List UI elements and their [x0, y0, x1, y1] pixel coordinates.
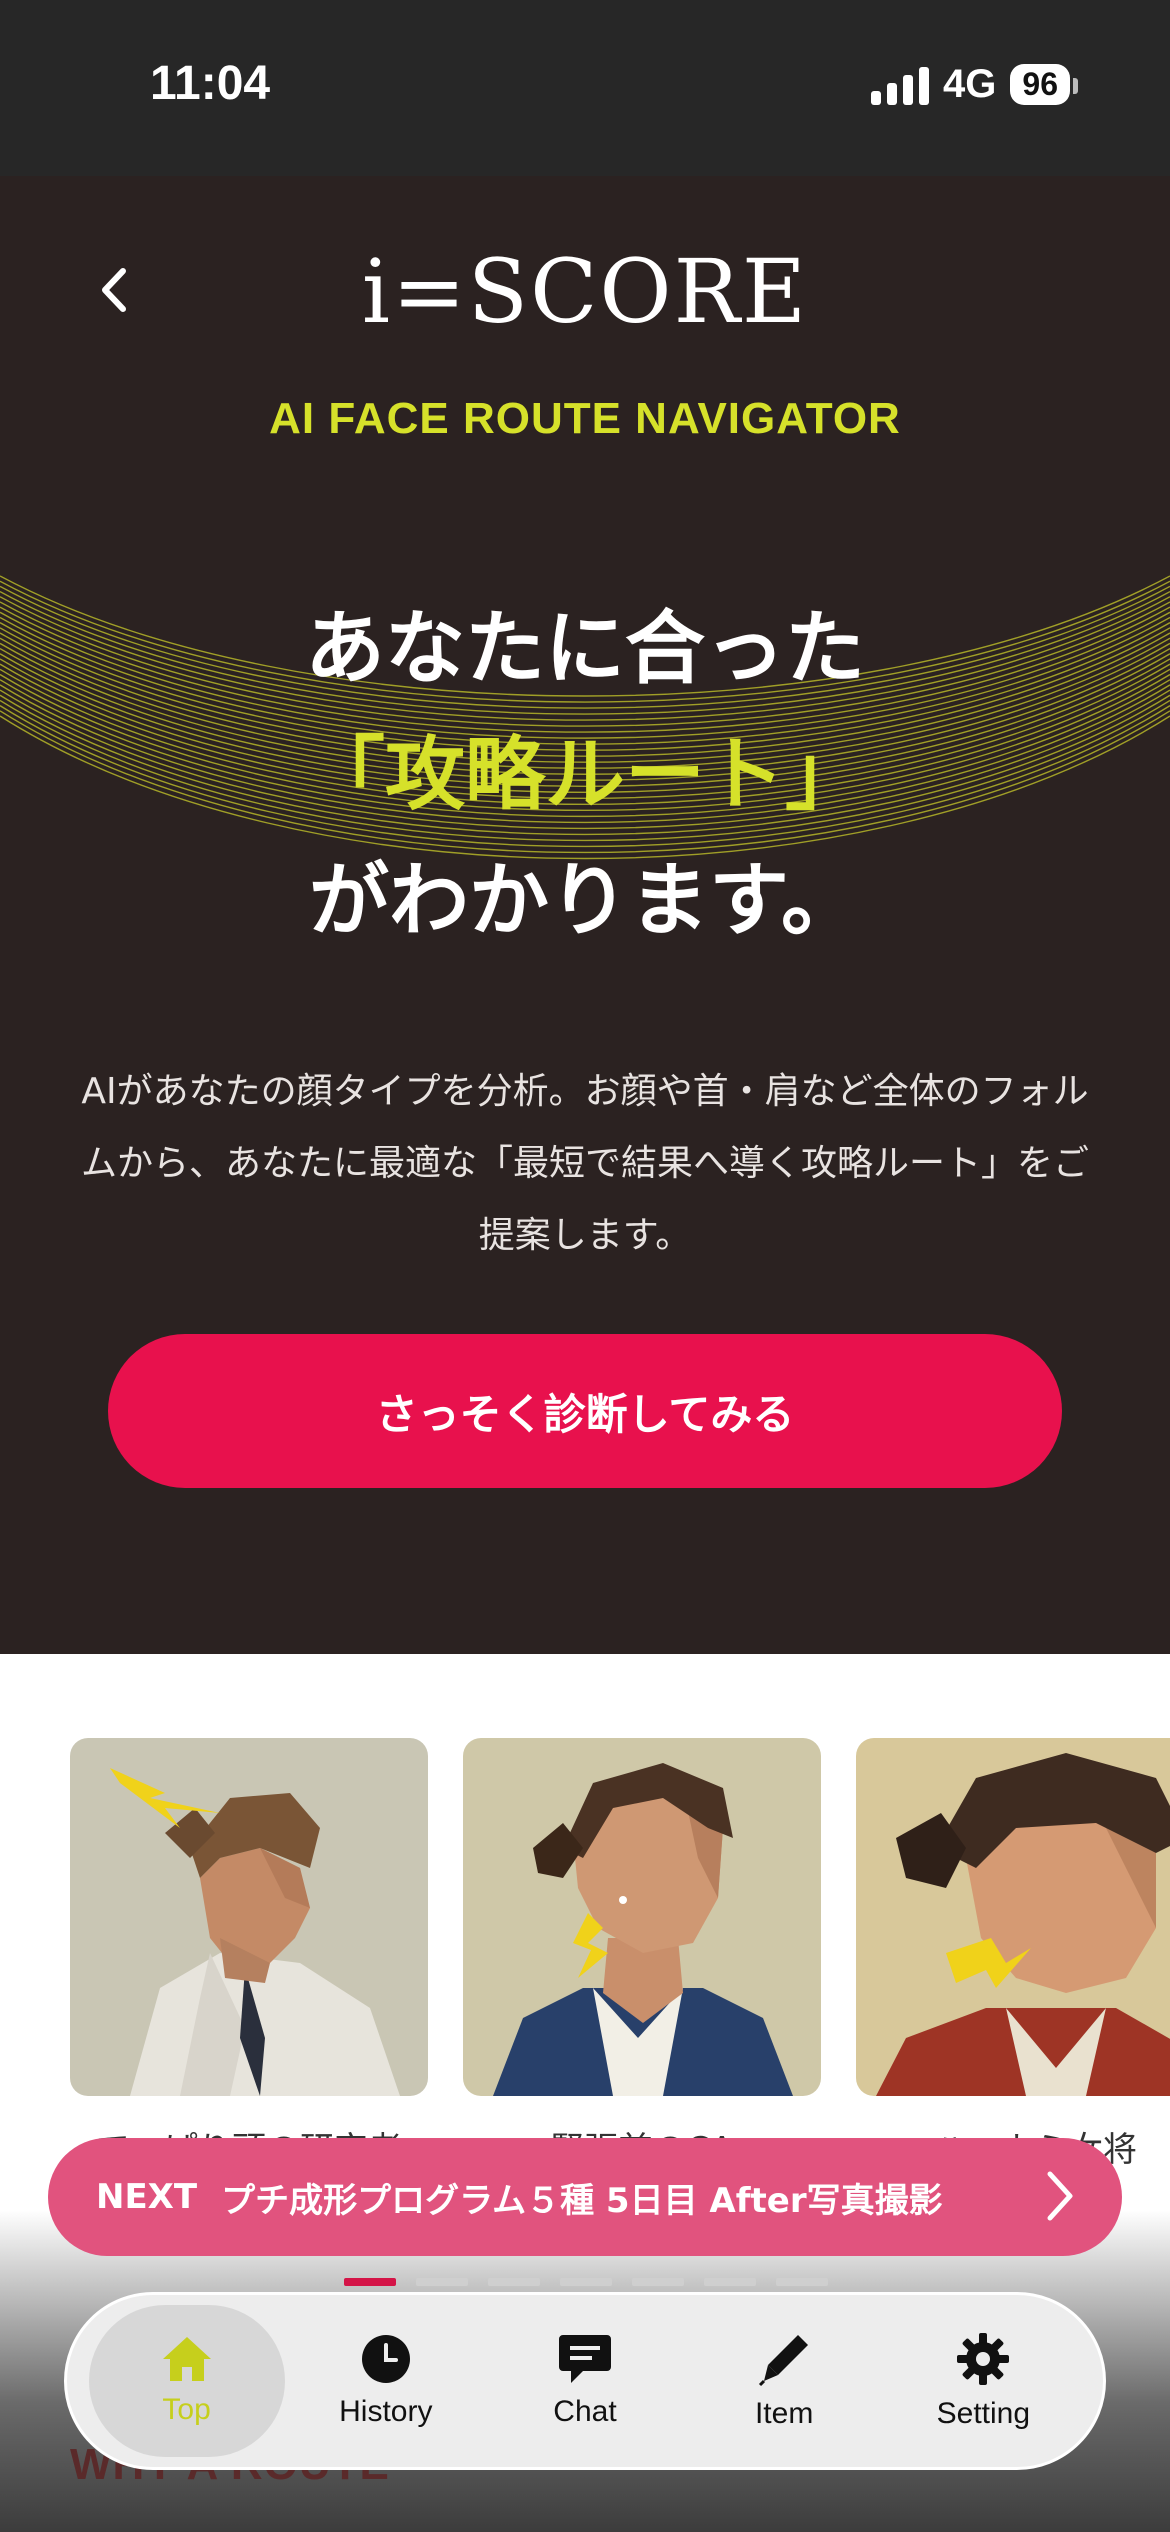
bottom-tab-bar: Top History Chat Item Setting: [64, 2292, 1106, 2470]
chevron-right-icon: [1047, 2171, 1073, 2221]
start-diagnosis-button[interactable]: さっそく診断してみる: [108, 1334, 1062, 1488]
pagination-dot[interactable]: [344, 2278, 396, 2286]
tab-label: Chat: [553, 2395, 617, 2428]
pagination-dot[interactable]: [704, 2278, 756, 2286]
battery-icon: 96: [1010, 64, 1078, 105]
next-step-text: プチ成形プログラム５種 5日目 After写真撮影: [221, 2180, 943, 2221]
carousel-card[interactable]: でっぱり頭の研究者: [70, 1738, 428, 2171]
pagination-dot[interactable]: [776, 2278, 828, 2286]
hero-section: i=SCORE AI FACE ROUTE NAVIGATOR あなたに合った …: [0, 176, 1170, 1654]
carousel-card[interactable]: ハニカミ女将: [856, 1738, 1170, 2171]
pagination-dot[interactable]: [632, 2278, 684, 2286]
home-icon: [162, 2337, 211, 2381]
next-label: NEXT: [96, 2177, 198, 2217]
status-time: 11:04: [150, 57, 271, 110]
tab-history[interactable]: History: [288, 2305, 484, 2457]
status-indicators: 4G 96: [871, 62, 1078, 107]
portrait-image-researcher: [70, 1738, 428, 2096]
tab-setting[interactable]: Setting: [885, 2305, 1081, 2457]
headline-line-2: 「攻略ルート」: [305, 728, 865, 821]
pagination-dot[interactable]: [416, 2278, 468, 2286]
portrait-image-cabin-attendant: [463, 1738, 821, 2096]
tab-label: Top: [162, 2393, 211, 2426]
hero-description: AIがあなたの顔タイプを分析。お顔や首・肩など全体のフォルムから、あなたに最適な…: [80, 1071, 1089, 1256]
tab-item[interactable]: Item: [686, 2305, 882, 2457]
carousel-card[interactable]: 緊張首のCA: [463, 1738, 821, 2171]
signal-icon: [871, 65, 930, 105]
pen-icon: [759, 2335, 809, 2387]
gear-icon: [957, 2333, 1010, 2385]
clock-icon: [361, 2335, 410, 2383]
tab-chat[interactable]: Chat: [487, 2305, 683, 2457]
tab-label: History: [339, 2395, 433, 2428]
portrait-image-hostess: [856, 1738, 1170, 2096]
pagination-dot[interactable]: [560, 2278, 612, 2286]
tab-label: Setting: [936, 2397, 1031, 2430]
face-type-carousel[interactable]: でっぱり頭の研究者 緊張首のCA: [70, 1738, 1170, 2178]
chat-icon: [558, 2335, 611, 2383]
carousel-pagination: [344, 2278, 828, 2286]
tab-label: Item: [754, 2397, 814, 2430]
tagline: AI FACE ROUTE NAVIGATOR: [269, 394, 901, 443]
pagination-dot[interactable]: [488, 2278, 540, 2286]
headline-line-3: がわかります。: [309, 854, 861, 947]
status-bar: 11:04 4G 96: [0, 0, 1170, 176]
headline-line-1: あなたに合った: [305, 602, 865, 695]
app-logo: i=SCORE: [361, 240, 809, 343]
network-type: 4G: [943, 62, 997, 106]
hero-headline: あなたに合った 「攻略ルート」 がわかります。: [0, 586, 1170, 964]
tab-top[interactable]: Top: [88, 2305, 285, 2457]
next-step-banner[interactable]: NEXT プチ成形プログラム５種 5日目 After写真撮影: [48, 2138, 1122, 2256]
